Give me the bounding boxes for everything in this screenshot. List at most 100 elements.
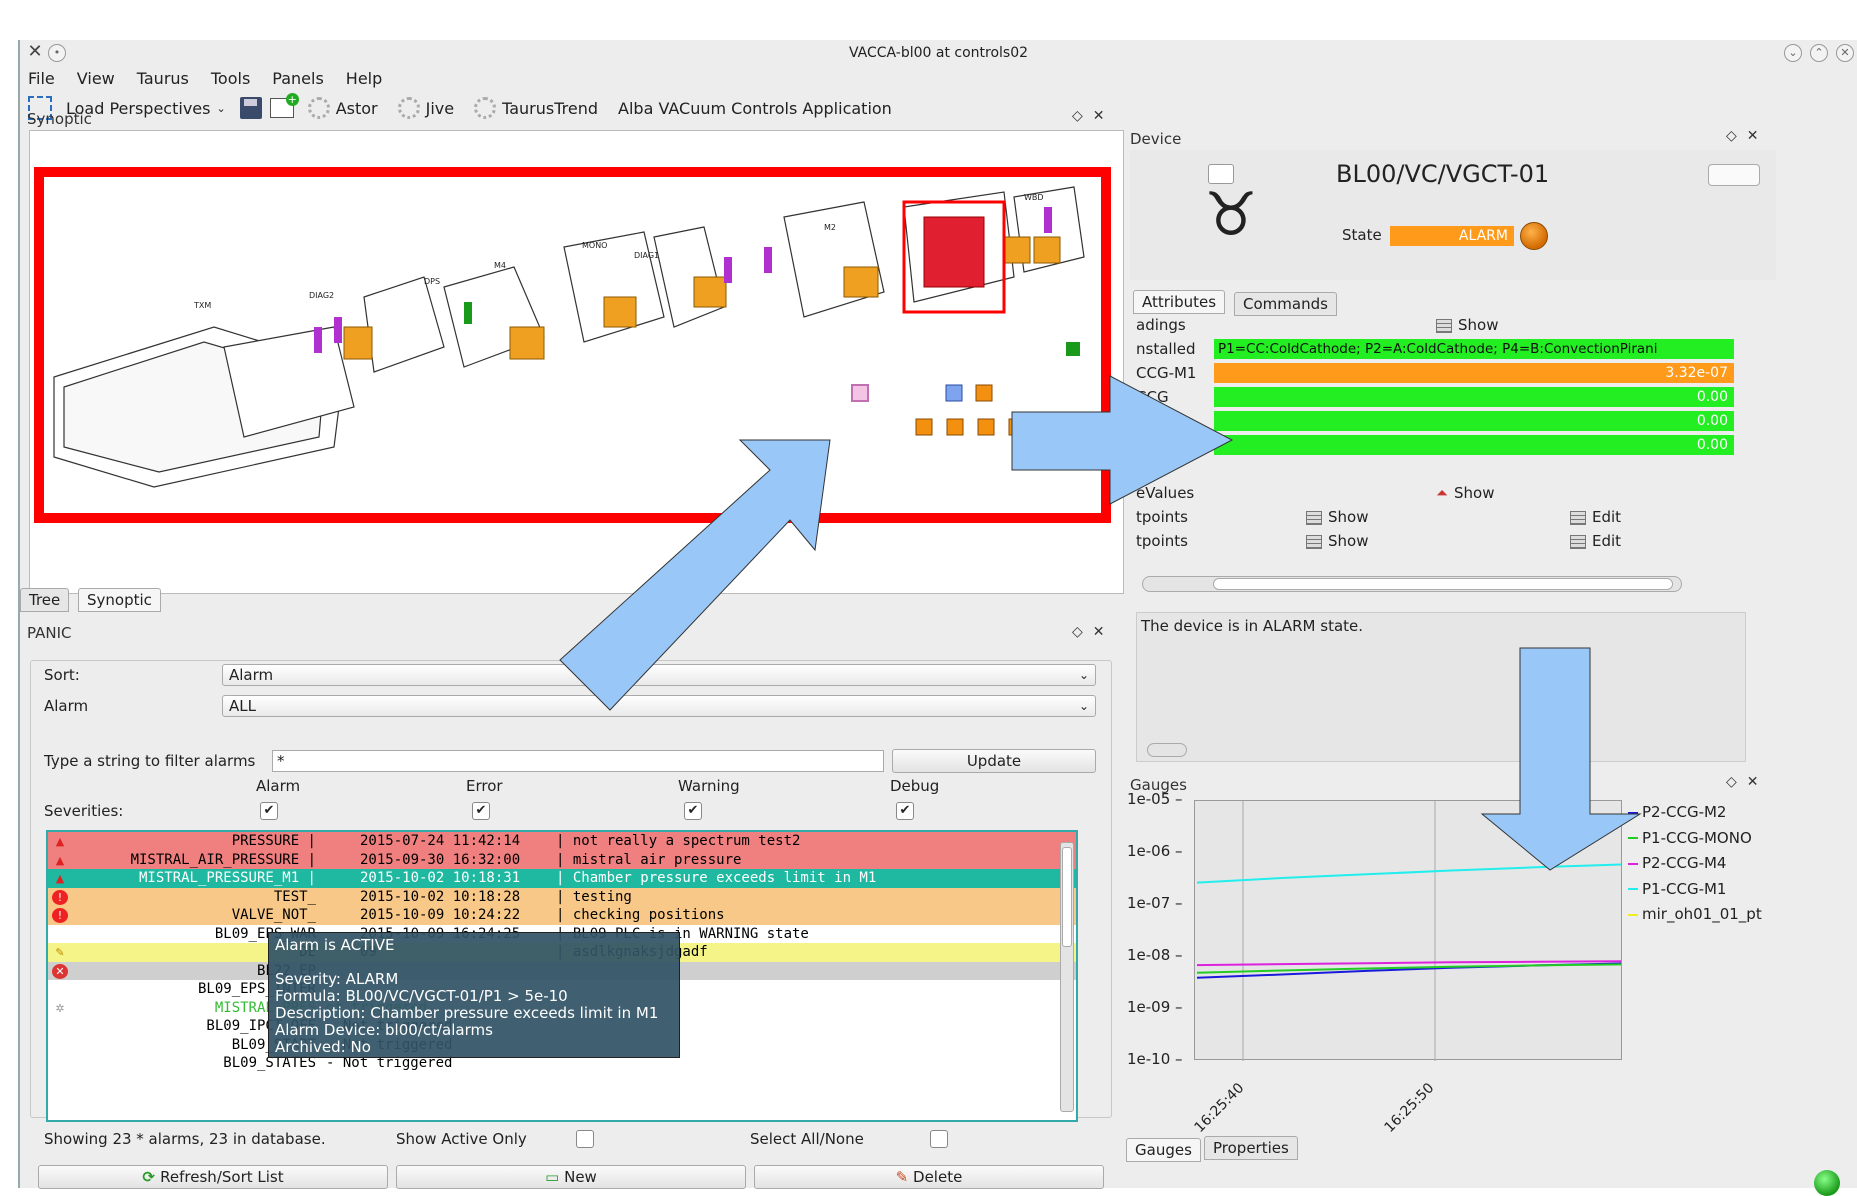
alarm-description: | checking positions [556, 907, 725, 923]
attributes-hscrollbar[interactable] [1142, 576, 1682, 592]
tab-commands[interactable]: Commands [1234, 292, 1337, 316]
menu-taurus[interactable]: Taurus [137, 66, 189, 92]
chart-legend[interactable]: P2-CCG-M2 P1-CCG-MONO P2-CCG-M4 P1-CCG-M1 mi… [1628, 800, 1762, 928]
show-button[interactable]: ⏶ Show [1436, 482, 1495, 504]
synoptic-panel-controls[interactable]: ◇✕ [1072, 108, 1115, 124]
severity-warning-checkbox[interactable]: ✔ [684, 802, 702, 820]
legend-item[interactable]: P1-CCG-MONO [1628, 826, 1762, 852]
menu-help[interactable]: Help [346, 66, 382, 92]
alarm-name: TEST_ [273, 888, 316, 905]
refresh-sort-button[interactable]: ⟳ Refresh/Sort List [38, 1165, 388, 1189]
update-button[interactable]: Update [892, 749, 1096, 773]
beamline-label-wbd: WBD [1024, 193, 1044, 202]
device-options-button[interactable] [1708, 164, 1760, 186]
showing-count: Showing 23 * alarms, 23 in database. [44, 1130, 326, 1148]
maximize-icon[interactable]: ⌃ [1810, 44, 1828, 62]
alarm-row[interactable]: ▲ MISTRAL_AIR_PRESSURE | 2015-09-30 16:32:… [48, 850, 1076, 869]
gear-icon [397, 97, 420, 119]
severity-error-checkbox[interactable]: ✔ [472, 802, 490, 820]
alarm-row[interactable]: ! VALVE_NOT_ 2015-10-09 10:24:22 | checking… [48, 906, 1076, 925]
new-alarm-button[interactable]: ▭ New [396, 1165, 746, 1189]
show-button[interactable]: Show [1306, 530, 1368, 552]
edit-label: Edit [1592, 508, 1622, 526]
attribute-value: 3.32e-07 [1214, 363, 1734, 383]
tab-gauges[interactable]: Gauges [1126, 1138, 1201, 1162]
menu-panels[interactable]: Panels [272, 66, 324, 92]
beamline-label-diag2: DIAG2 [309, 291, 335, 300]
window-pin-icon[interactable]: • [48, 44, 66, 62]
window-title: VACCA-bl00 at controls02 [848, 45, 1029, 61]
edit-button[interactable]: Edit [1570, 530, 1621, 552]
new-icon: ▭ [545, 1168, 565, 1186]
synoptic-view[interactable]: TXM DIAG2 DPS M4 MONO DIAG1 M2 WBD [29, 130, 1124, 594]
tooltip-line-device: Alarm Device: bl00/ct/alarms [275, 1021, 493, 1039]
status-text: The device is in ALARM state. [1141, 617, 1364, 635]
show-button[interactable]: Show [1306, 506, 1368, 528]
delete-label: Delete [913, 1168, 963, 1186]
beamline-schematic[interactable]: TXM DIAG2 DPS M4 MONO DIAG1 M2 WBD [34, 167, 1111, 523]
tab-tree[interactable]: Tree [20, 588, 70, 612]
beamline-label-dps: DPS [424, 277, 441, 286]
select-all-checkbox[interactable] [930, 1130, 948, 1148]
alarm-row[interactable]: ▲ PRESSURE | 2015-07-24 11:42:14 | not real… [48, 832, 1076, 851]
alarm-name: VALVE_NOT_ [231, 907, 316, 923]
save-icon[interactable] [239, 97, 262, 119]
delete-alarm-button[interactable]: ✎ Delete [754, 1165, 1104, 1189]
device-name: BL00/VC/VGCT-01 [1336, 160, 1550, 188]
attribute-name: eValues [1136, 484, 1195, 502]
alarm-row[interactable]: ! TEST_ 2015-10-02 10:18:28 | testing [48, 887, 1076, 906]
legend-item[interactable]: P2-CCG-M4 [1628, 851, 1762, 877]
legend-label: mir_oh01_01_pt [1642, 905, 1762, 923]
astor-label: Astor [335, 98, 378, 118]
legend-swatch [1628, 862, 1638, 865]
series-line-p1-ccg-m1 [1196, 863, 1622, 884]
menu-file[interactable]: File [28, 66, 55, 92]
legend-item[interactable]: P1-CCG-M1 [1628, 877, 1762, 903]
attribute-name: CCG-M1 [1136, 364, 1197, 382]
gauges-plot-area[interactable] [1194, 800, 1622, 1061]
severity-debug-checkbox[interactable]: ✔ [896, 802, 914, 820]
attribute-name: adings [1136, 316, 1186, 334]
menu-view[interactable]: View [77, 66, 115, 92]
tab-synoptic[interactable]: Synoptic [78, 588, 161, 612]
new-perspective-icon[interactable]: + [269, 93, 299, 118]
show-label: Show [1328, 532, 1369, 550]
trend-icon: ⏶ [1436, 484, 1449, 502]
toolbar: Load Perspectives ⌄ + Astor Jive TaurusTr… [28, 92, 898, 124]
attribute-show-link[interactable]: Show [1436, 314, 1498, 336]
sort-select[interactable]: Alarm ⌄ [222, 664, 1096, 686]
close-icon[interactable]: ✕ [1836, 44, 1854, 62]
tab-attributes[interactable]: Attributes [1133, 290, 1226, 314]
legend-label: P1-CCG-MONO [1642, 828, 1752, 847]
edit-button[interactable]: Edit [1570, 506, 1621, 528]
jive-button[interactable]: Jive [392, 97, 460, 119]
app-x-icon[interactable]: ✕ [26, 43, 44, 62]
legend-item[interactable]: P2-CCG-M2 [1628, 800, 1762, 826]
gear-icon [307, 97, 330, 119]
tab-properties[interactable]: Properties [1204, 1136, 1298, 1160]
table-icon [1306, 534, 1322, 549]
alarm-date: 2015-09-30 16:32:00 [360, 851, 521, 868]
severity-alarm-checkbox[interactable]: ✔ [260, 802, 278, 820]
beamline-label-txm: TXM [194, 301, 212, 310]
taurustrend-button[interactable]: TaurusTrend [468, 97, 604, 119]
alarm-row[interactable]: ▲ MISTRAL_PRESSURE_M1 | 2015-10-02 10:18:3… [48, 869, 1076, 888]
gauges-panel-controls[interactable]: ◇✕ [1726, 774, 1769, 790]
alarm-list-scrollbar[interactable] [1060, 842, 1074, 1112]
legend-item[interactable]: mir_oh01_01_pt [1628, 902, 1762, 928]
beamline-label-mono: MONO [582, 241, 608, 250]
device-header: ♉ BL00/VC/VGCT-01 State ALARM [1130, 150, 1776, 280]
panic-panel-controls[interactable]: ◇✕ [1072, 624, 1115, 640]
minimize-icon[interactable]: ⌄ [1784, 44, 1802, 62]
alarm-select[interactable]: ALL ⌄ [222, 695, 1096, 717]
astor-button[interactable]: Astor [302, 97, 384, 119]
filter-input[interactable]: * [272, 750, 884, 772]
y-tick-label: 1e-05 – [1127, 790, 1183, 808]
device-panel-controls[interactable]: ◇✕ [1726, 128, 1769, 144]
show-active-only-checkbox[interactable] [576, 1130, 594, 1148]
status-hscrollbar[interactable] [1147, 743, 1187, 757]
state-label: State [1342, 226, 1382, 244]
attribute-value: 0.00 [1214, 411, 1734, 431]
menu-tools[interactable]: Tools [211, 66, 250, 92]
y-tick-label: 1e-06 – [1127, 842, 1183, 860]
